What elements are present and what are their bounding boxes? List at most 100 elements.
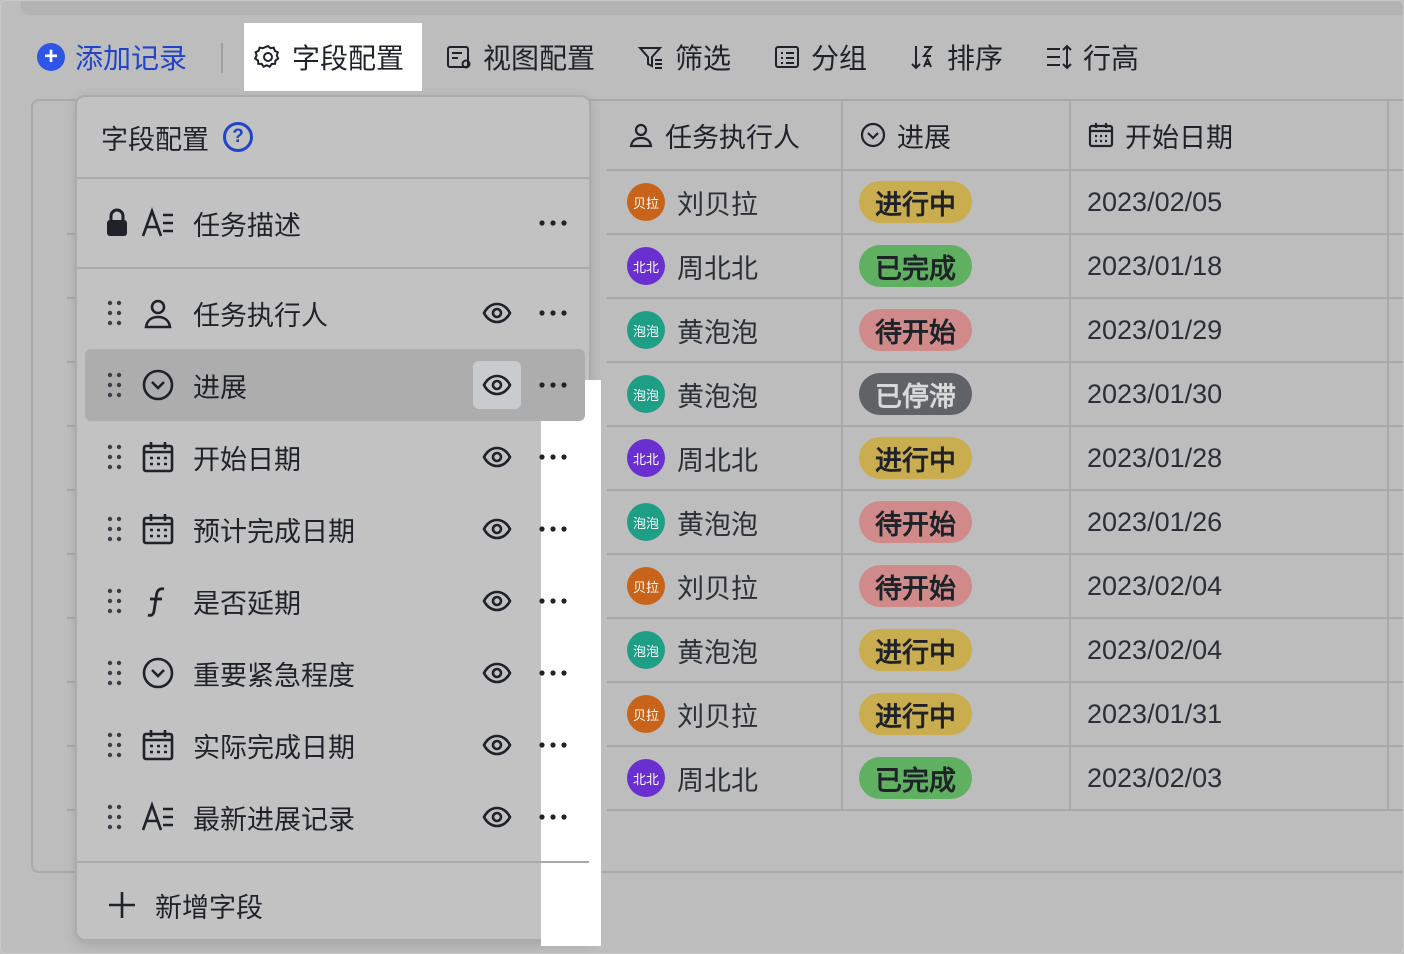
progress-cell[interactable]: 进行中 xyxy=(843,171,1071,235)
progress-cell[interactable]: 待开始 xyxy=(843,491,1071,555)
progress-cell[interactable]: 已停滞 xyxy=(843,363,1071,427)
progress-cell[interactable]: 已完成 xyxy=(843,235,1071,299)
view-config-button[interactable]: 视图配置 xyxy=(445,23,595,91)
row-height-button[interactable]: 行高 xyxy=(1045,23,1139,91)
add-field-button[interactable]: 新增字段 xyxy=(107,883,263,927)
filter-button[interactable]: 筛选 xyxy=(637,23,731,91)
drag-handle-icon[interactable] xyxy=(107,804,123,830)
start-date-cell[interactable]: 2023/01/18 xyxy=(1071,235,1389,299)
group-button[interactable]: 分组 xyxy=(773,23,867,91)
field-row[interactable]: 开始日期 xyxy=(85,421,585,493)
next-column-cell[interactable] xyxy=(1389,171,1403,235)
field-row[interactable]: 是否延期 xyxy=(85,565,585,637)
field-row[interactable]: 任务执行人 xyxy=(85,277,585,349)
table-row[interactable]: 泡泡 黄泡泡 已停滞 2023/01/30 xyxy=(607,363,1403,427)
next-column-cell[interactable] xyxy=(1389,747,1403,811)
more-options-button[interactable] xyxy=(533,725,573,765)
start-date-cell[interactable]: 2023/01/29 xyxy=(1071,299,1389,363)
progress-cell[interactable]: 进行中 xyxy=(843,427,1071,491)
table-row[interactable]: 泡泡 黄泡泡 待开始 2023/01/29 xyxy=(607,299,1403,363)
assignee-cell[interactable]: 北北 周北北 xyxy=(607,747,843,811)
assignee-cell[interactable]: 贝拉 刘贝拉 xyxy=(607,683,843,747)
toggle-visibility-button[interactable] xyxy=(473,361,521,409)
progress-cell[interactable]: 待开始 xyxy=(843,299,1071,363)
drag-handle-icon[interactable] xyxy=(107,444,123,470)
drag-handle-icon[interactable] xyxy=(107,372,123,398)
progress-cell[interactable]: 进行中 xyxy=(843,619,1071,683)
assignee-cell[interactable]: 贝拉 刘贝拉 xyxy=(607,171,843,235)
column-header-next[interactable] xyxy=(1389,101,1403,171)
assignee-cell[interactable]: 泡泡 黄泡泡 xyxy=(607,363,843,427)
table-row[interactable]: 泡泡 黄泡泡 待开始 2023/01/26 xyxy=(607,491,1403,555)
column-header-start-date[interactable]: 开始日期 xyxy=(1071,101,1389,171)
drag-handle-icon[interactable] xyxy=(107,516,123,542)
next-column-cell[interactable] xyxy=(1389,555,1403,619)
sort-button[interactable]: 排序 xyxy=(909,23,1003,91)
assignee-cell[interactable]: 北北 周北北 xyxy=(607,235,843,299)
toggle-visibility-button[interactable] xyxy=(473,433,521,481)
next-column-cell[interactable] xyxy=(1389,427,1403,491)
field-row[interactable]: 最新进展记录 xyxy=(85,781,585,853)
more-options-button[interactable] xyxy=(533,293,573,333)
more-options-button[interactable] xyxy=(533,797,573,837)
next-column-cell[interactable] xyxy=(1389,683,1403,747)
column-header-assignee[interactable]: 任务执行人 xyxy=(607,101,843,171)
toggle-visibility-button[interactable] xyxy=(473,649,521,697)
field-config-button[interactable]: 字段配置 xyxy=(244,23,422,91)
next-column-cell[interactable] xyxy=(1389,363,1403,427)
next-column-cell[interactable] xyxy=(1389,299,1403,363)
table-row[interactable]: 贝拉 刘贝拉 进行中 2023/01/31 xyxy=(607,683,1403,747)
avatar: 贝拉 xyxy=(627,567,665,605)
drag-handle-icon[interactable] xyxy=(107,588,123,614)
next-column-cell[interactable] xyxy=(1389,235,1403,299)
progress-cell[interactable]: 进行中 xyxy=(843,683,1071,747)
toggle-visibility-button[interactable] xyxy=(473,577,521,625)
drag-handle-icon[interactable] xyxy=(107,660,123,686)
next-column-cell[interactable] xyxy=(1389,491,1403,555)
field-row[interactable]: 预计完成日期 xyxy=(85,493,585,565)
table-row[interactable]: 北北 周北北 进行中 2023/01/28 xyxy=(607,427,1403,491)
start-date-cell[interactable]: 2023/02/03 xyxy=(1071,747,1389,811)
start-date-cell[interactable]: 2023/01/26 xyxy=(1071,491,1389,555)
assignee-cell[interactable]: 泡泡 黄泡泡 xyxy=(607,619,843,683)
table-row[interactable]: 泡泡 黄泡泡 进行中 2023/02/04 xyxy=(607,619,1403,683)
start-date-cell[interactable]: 2023/01/28 xyxy=(1071,427,1389,491)
assignee-cell[interactable]: 泡泡 黄泡泡 xyxy=(607,299,843,363)
drag-handle-icon[interactable] xyxy=(107,732,123,758)
primary-field-row[interactable]: 任务描述 xyxy=(85,187,585,259)
assignee-cell[interactable]: 泡泡 黄泡泡 xyxy=(607,491,843,555)
assignee-cell[interactable]: 北北 周北北 xyxy=(607,427,843,491)
toggle-visibility-button[interactable] xyxy=(473,289,521,337)
toggle-visibility-button[interactable] xyxy=(473,793,521,841)
start-date-cell[interactable]: 2023/02/04 xyxy=(1071,555,1389,619)
start-date-cell[interactable]: 2023/02/04 xyxy=(1071,619,1389,683)
help-icon[interactable]: ? xyxy=(223,122,253,152)
date-value: 2023/01/28 xyxy=(1087,442,1223,473)
add-record-button[interactable]: + 添加记录 xyxy=(37,23,187,91)
assignee-cell[interactable]: 贝拉 刘贝拉 xyxy=(607,555,843,619)
more-options-button[interactable] xyxy=(533,203,573,243)
toggle-visibility-button[interactable] xyxy=(473,505,521,553)
column-header-label: 任务执行人 xyxy=(665,122,800,153)
more-options-button[interactable] xyxy=(533,653,573,693)
more-options-button[interactable] xyxy=(533,509,573,549)
table-row[interactable]: 北北 周北北 已完成 2023/01/18 xyxy=(607,235,1403,299)
drag-handle-icon[interactable] xyxy=(107,300,123,326)
more-options-button[interactable] xyxy=(533,365,573,405)
toggle-visibility-button[interactable] xyxy=(473,721,521,769)
progress-cell[interactable]: 待开始 xyxy=(843,555,1071,619)
start-date-cell[interactable]: 2023/02/05 xyxy=(1071,171,1389,235)
table-row[interactable]: 北北 周北北 已完成 2023/02/03 xyxy=(607,747,1403,811)
more-options-button[interactable] xyxy=(533,437,573,477)
field-row[interactable]: 进展 xyxy=(85,349,585,421)
start-date-cell[interactable]: 2023/01/31 xyxy=(1071,683,1389,747)
field-row[interactable]: 实际完成日期 xyxy=(85,709,585,781)
start-date-cell[interactable]: 2023/01/30 xyxy=(1071,363,1389,427)
next-column-cell[interactable] xyxy=(1389,619,1403,683)
progress-cell[interactable]: 已完成 xyxy=(843,747,1071,811)
column-header-progress[interactable]: 进展 xyxy=(843,101,1071,171)
table-row[interactable]: 贝拉 刘贝拉 待开始 2023/02/04 xyxy=(607,555,1403,619)
field-row[interactable]: 重要紧急程度 xyxy=(85,637,585,709)
more-options-button[interactable] xyxy=(533,581,573,621)
table-row[interactable]: 贝拉 刘贝拉 进行中 2023/02/05 xyxy=(607,171,1403,235)
